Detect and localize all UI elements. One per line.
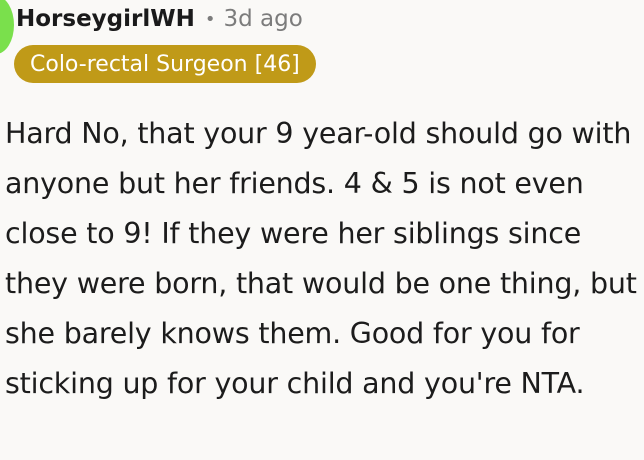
timestamp-link[interactable]: 3d ago <box>224 6 303 32</box>
comment-meta: HorseygirlWH • 3d ago <box>16 4 303 34</box>
username-link[interactable]: HorseygirlWH <box>16 6 195 32</box>
user-flair-badge: Colo-rectal Surgeon [46] <box>14 45 316 83</box>
avatar[interactable] <box>0 0 14 54</box>
separator-dot: • <box>204 8 216 30</box>
comment-body: Hard No, that your 9 year-old should go … <box>5 117 637 400</box>
